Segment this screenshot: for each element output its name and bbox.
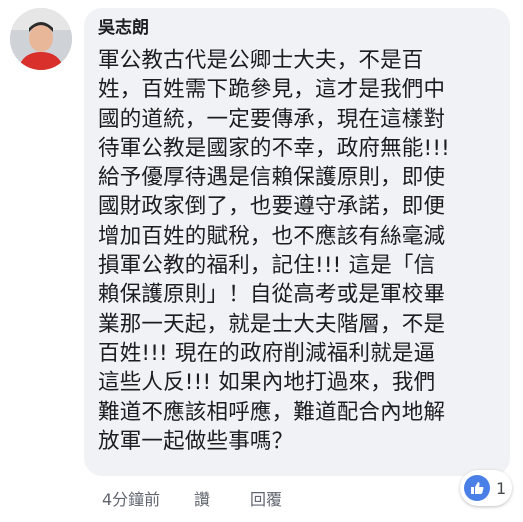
reaction-count: 1 [496, 478, 507, 498]
like-link[interactable]: 讚 [194, 486, 250, 510]
comment-bubble: 吳志朗 軍公教古代是公卿士大夫，不是百 姓，百姓需下跪參見，這才是我們中 國的道… [84, 8, 510, 476]
reply-link[interactable]: 回覆 [250, 486, 282, 510]
reaction-summary[interactable]: 1 [460, 470, 512, 506]
comment-timestamp[interactable]: 4分鐘前 [102, 486, 194, 510]
comment-author[interactable]: 吳志朗 [98, 16, 498, 40]
comment-text: 軍公教古代是公卿士大夫，不是百 姓，百姓需下跪參見，這才是我們中 國的道統，一定… [98, 48, 450, 454]
thumbs-up-icon [464, 475, 490, 501]
avatar[interactable] [10, 8, 72, 70]
comment-actions: 4分鐘前 讚 回覆 [102, 486, 282, 510]
